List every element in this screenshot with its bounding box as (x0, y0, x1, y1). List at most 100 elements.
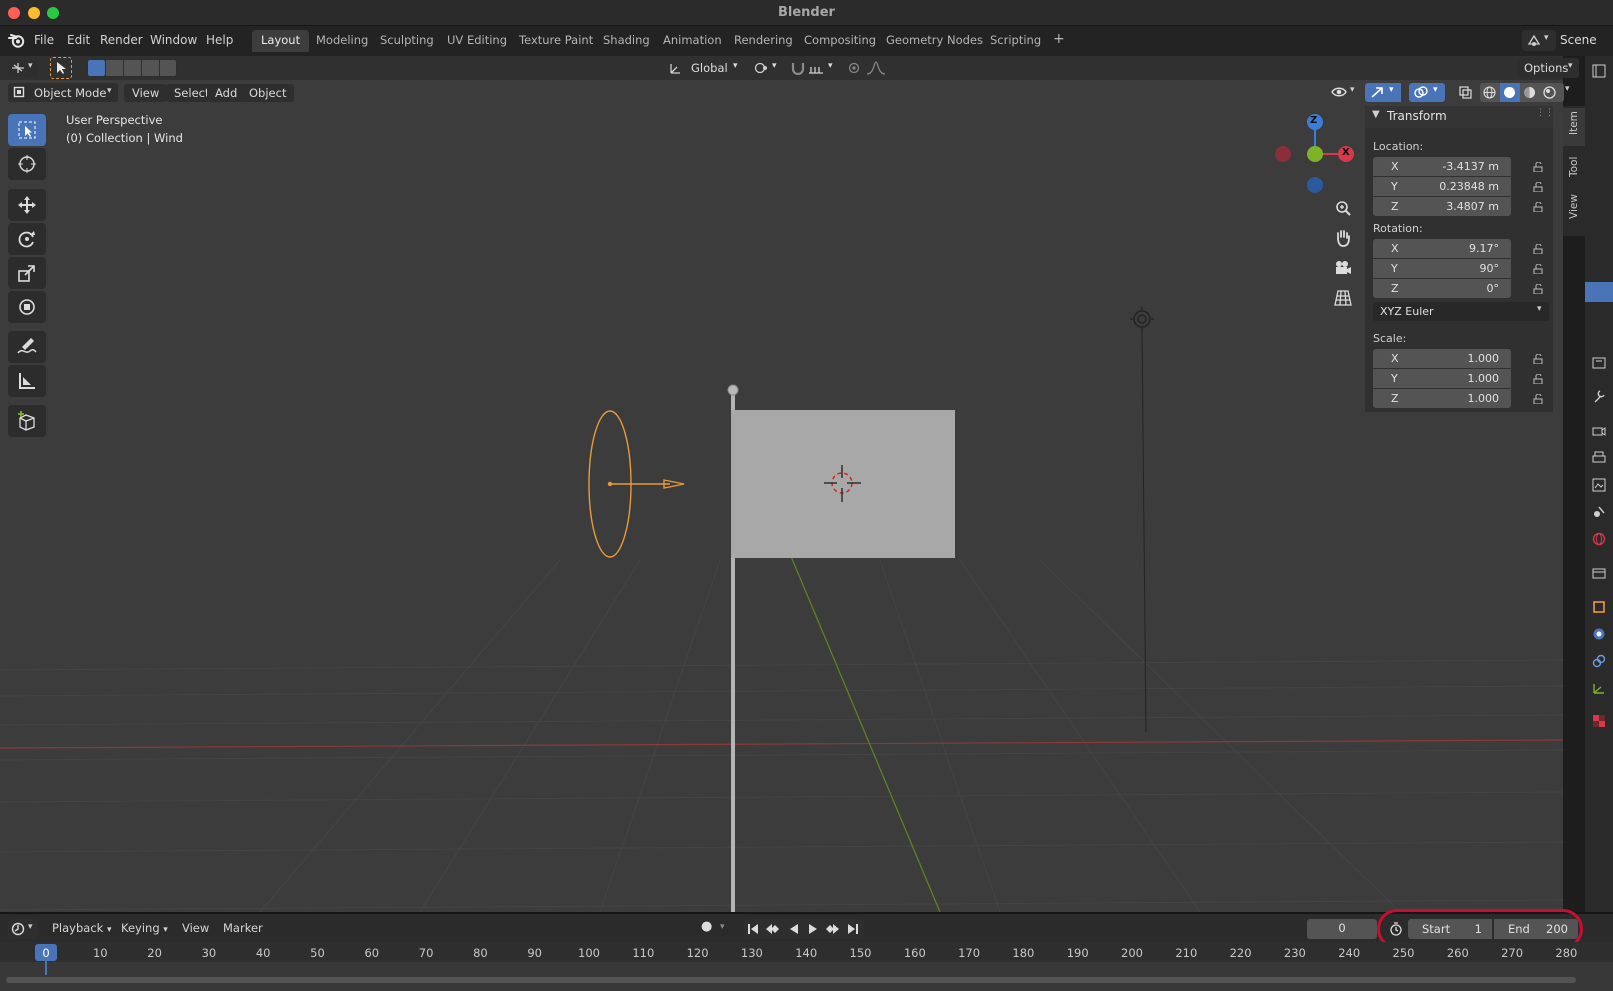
output-printer-icon[interactable] (1592, 451, 1606, 465)
tab-texture-paint[interactable]: Texture Paint (510, 30, 602, 52)
select-intersect-button[interactable] (160, 60, 176, 76)
jump-to-keyframe-back-icon[interactable] (765, 923, 781, 935)
add-workspace-button[interactable]: + (1044, 30, 1074, 52)
drag-handle-icon[interactable]: ⋮⋮ (1536, 108, 1554, 118)
rotation-y-field[interactable]: Y 90° (1373, 259, 1511, 278)
rotation-mode-dropdown[interactable]: XYZ Euler ▾ (1373, 302, 1549, 321)
proportional-editing-controls[interactable] (846, 58, 891, 78)
lock-icon[interactable] (1533, 182, 1545, 192)
rotation-z-field[interactable]: Z 0° (1373, 279, 1511, 298)
object-properties-icon[interactable] (1592, 600, 1606, 614)
rendered-shading-button[interactable] (1540, 83, 1560, 102)
material-shading-button[interactable] (1520, 83, 1540, 102)
rotation-x-field[interactable]: X 9.17° (1373, 239, 1511, 258)
physics-icon[interactable] (1592, 627, 1606, 641)
lock-icon[interactable] (1533, 374, 1545, 384)
outliner-icon[interactable] (1592, 64, 1606, 78)
tool-measure[interactable] (8, 365, 46, 397)
constraints-icon[interactable] (1592, 654, 1606, 668)
timeline-menu-playback[interactable]: Playback ▾ (52, 921, 112, 935)
auto-keying-button[interactable]: ● ▾ (698, 919, 734, 939)
blender-logo-icon[interactable] (8, 33, 25, 48)
lock-icon[interactable] (1533, 354, 1545, 364)
tab-geometry-nodes[interactable]: Geometry Nodes (877, 30, 992, 52)
tool-cursor[interactable] (8, 148, 46, 180)
tool-select-box[interactable] (8, 114, 46, 146)
timeline-menu-keying[interactable]: Keying ▾ (121, 921, 168, 935)
timeline-menu-view[interactable]: View (182, 921, 209, 935)
visibility-dropdown[interactable]: ▾ (1329, 83, 1361, 102)
tab-layout[interactable]: Layout (252, 30, 310, 52)
overlays-toggle-button[interactable]: ▾ (1409, 83, 1445, 102)
scale-x-field[interactable]: X 1.000 (1373, 349, 1511, 368)
scene-properties-icon[interactable] (1592, 505, 1606, 519)
editor-type-button[interactable]: ▾ (8, 59, 38, 77)
zoom-button[interactable] (1330, 195, 1356, 221)
camera-view-button[interactable] (1330, 255, 1356, 281)
object-data-icon[interactable] (1592, 681, 1606, 695)
texture-icon[interactable] (1592, 714, 1606, 728)
select-subtract-button[interactable] (124, 60, 141, 76)
select-invert-button[interactable] (142, 60, 159, 76)
tab-modeling[interactable]: Modeling (307, 30, 377, 52)
tool-rotate[interactable] (8, 223, 46, 255)
lock-icon[interactable] (1533, 244, 1545, 254)
current-frame-field[interactable]: 0 (1307, 919, 1377, 939)
pivot-point-dropdown[interactable]: ▾ (752, 58, 782, 78)
tool-scale[interactable] (8, 257, 46, 289)
scale-z-field[interactable]: Z 1.000 (1373, 389, 1511, 408)
mode-dropdown[interactable]: Object Mode ▾ (8, 83, 118, 102)
snap-controls[interactable]: ▾ (788, 58, 838, 78)
tool-annotate[interactable] (8, 331, 46, 363)
tab-animation[interactable]: Animation (654, 30, 731, 52)
timeline-menu-marker[interactable]: Marker (223, 921, 263, 935)
scene-selector-button[interactable]: ▾ (1522, 30, 1556, 51)
render-camera-icon[interactable] (1592, 424, 1606, 438)
view-layer-icon[interactable] (1592, 478, 1606, 492)
menu-window[interactable]: Window (150, 33, 197, 47)
solid-shading-button[interactable] (1500, 83, 1520, 102)
tool-transform[interactable] (8, 291, 46, 323)
shading-options-chevron-icon[interactable]: ▾ (1565, 84, 1570, 94)
timeline-editor-type-button[interactable]: ▾ (8, 919, 38, 939)
scene-name[interactable]: Scene (1560, 33, 1597, 47)
tab-rendering[interactable]: Rendering (725, 30, 802, 52)
lock-icon[interactable] (1533, 162, 1545, 172)
select-extend-button[interactable] (106, 60, 123, 76)
wireframe-shading-button[interactable] (1480, 83, 1500, 102)
jump-to-keyframe-forward-icon[interactable] (824, 923, 840, 935)
select-tool-button[interactable] (50, 57, 72, 79)
properties-tools-icon[interactable] (1592, 356, 1606, 370)
menu-edit[interactable]: Edit (67, 33, 90, 47)
tab-tool[interactable]: Tool (1563, 150, 1585, 188)
options-dropdown[interactable]: Options ▾ (1517, 58, 1579, 78)
viewport-menu-add[interactable]: Add (207, 84, 246, 102)
transform-panel-header[interactable]: ▼ Transform ⋮⋮ (1365, 106, 1554, 128)
tab-uv-editing[interactable]: UV Editing (438, 30, 516, 52)
toggle-perspective-button[interactable] (1330, 285, 1356, 311)
world-icon[interactable] (1592, 532, 1606, 546)
menu-render[interactable]: Render (100, 33, 143, 47)
viewport-menu-object[interactable]: Object (241, 84, 295, 102)
lock-icon[interactable] (1533, 202, 1545, 212)
xray-toggle-button[interactable] (1456, 83, 1474, 102)
timeline-scrollbar[interactable] (6, 977, 1576, 983)
menu-file[interactable]: File (34, 33, 54, 47)
tab-scripting[interactable]: Scripting (981, 30, 1050, 52)
tool-add-cube[interactable] (8, 405, 46, 437)
gizmo-toggle-button[interactable]: ▾ (1365, 83, 1401, 102)
collection-icon[interactable] (1592, 566, 1606, 580)
pan-button[interactable] (1330, 225, 1356, 251)
select-new-button[interactable] (88, 60, 105, 76)
viewport-menu-view[interactable]: View (124, 84, 168, 102)
play-icon[interactable] (807, 923, 819, 935)
play-reverse-icon[interactable] (788, 923, 800, 935)
tab-sculpting[interactable]: Sculpting (371, 30, 443, 52)
location-x-field[interactable]: X -3.4137 m (1373, 157, 1511, 176)
lock-icon[interactable] (1533, 284, 1545, 294)
tool-move[interactable] (8, 189, 46, 221)
3d-viewport[interactable]: Z X User Perspective (0) Collection | Wi… (0, 80, 1563, 912)
scale-y-field[interactable]: Y 1.000 (1373, 369, 1511, 388)
wrench-icon[interactable] (1592, 389, 1606, 403)
jump-to-end-icon[interactable] (847, 923, 859, 935)
